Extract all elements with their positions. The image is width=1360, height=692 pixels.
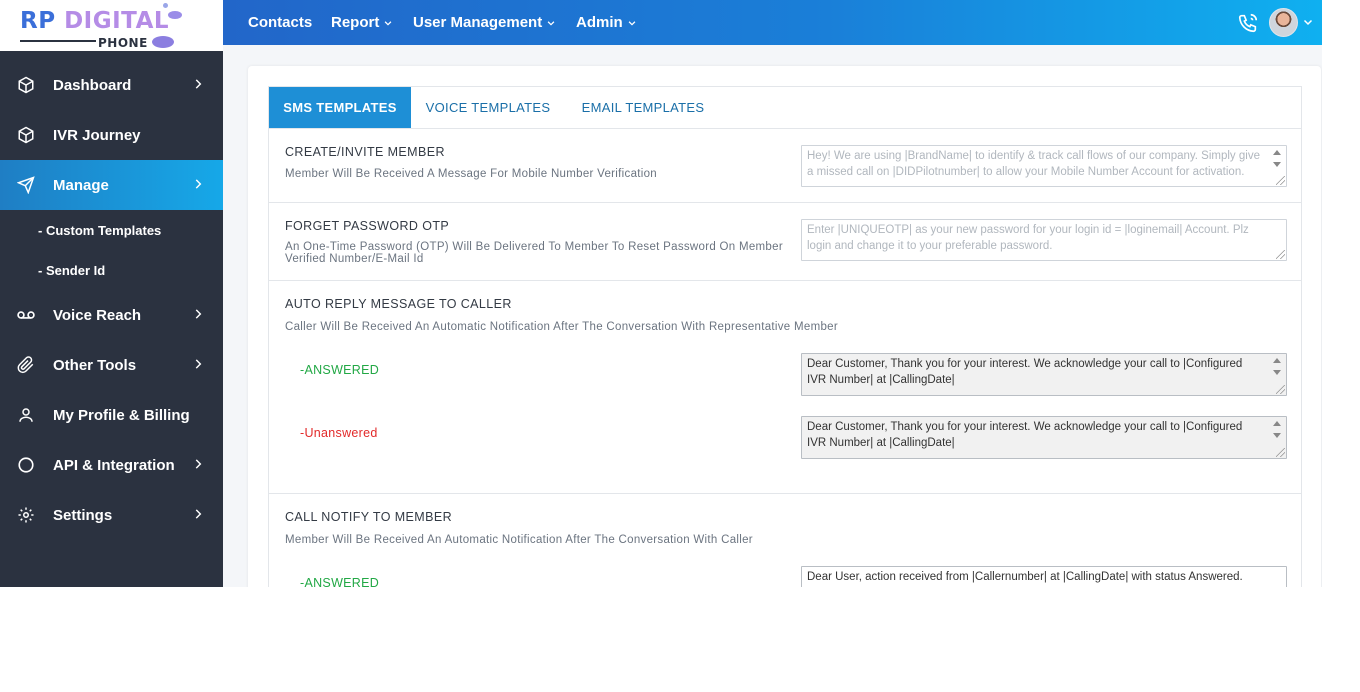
field-placeholder: Enter |UNIQUEOTP| as your new password f… [807, 224, 1249, 252]
sidebar-subitem-sender-id[interactable]: - Sender Id [38, 263, 105, 278]
chevron-down-icon [384, 20, 392, 26]
paperclip-icon [16, 355, 36, 375]
sidebar-item-label: Voice Reach [53, 306, 142, 324]
cube-icon [16, 75, 36, 95]
user-icon [16, 405, 36, 425]
sidebar-item-my-profile-billing[interactable]: My Profile & Billing [0, 390, 223, 440]
sidebar-item-label: Other Tools [53, 356, 137, 374]
section-description: An One-Time Password (OTP) Will Be Deliv… [285, 241, 783, 265]
chevron-right-icon [195, 309, 202, 319]
nav-label: User Management [413, 14, 543, 31]
resize-handle[interactable] [1276, 385, 1285, 394]
section-auto-reply-message: AUTO REPLY MESSAGE TO CALLER Caller Will… [268, 280, 1302, 494]
sidebar-item-label: My Profile & Billing [53, 406, 190, 424]
avatar[interactable] [1269, 8, 1298, 37]
chevron-down-icon [628, 20, 636, 26]
answered-label: -ANSWERED [300, 576, 380, 587]
resize-handle[interactable] [1276, 250, 1285, 259]
section-forget-password-otp: FORGET PASSWORD OTP An One-Time Password… [268, 202, 1302, 281]
voicemail-icon [16, 305, 36, 325]
logo-text: RP DIGITAL [20, 8, 170, 34]
sidebar-item-other-tools[interactable]: Other Tools [0, 340, 223, 390]
logo-dot [152, 36, 174, 48]
sidebar-item-label: IVR Journey [53, 126, 141, 144]
section-description: Caller Will Be Received An Automatic Not… [285, 321, 838, 333]
sidebar-item-manage[interactable]: Manage [0, 160, 223, 210]
nav-contacts[interactable]: Contacts [248, 0, 312, 45]
sidebar-item-label: API & Integration [53, 456, 175, 474]
cube-icon [16, 125, 36, 145]
chevron-down-icon [547, 20, 555, 26]
sidebar: RP DIGITAL PHONE Dashboard IVR Journey M… [0, 0, 223, 587]
resize-handle[interactable] [1276, 448, 1285, 457]
chevron-right-icon [195, 179, 202, 189]
call-notify-answered-field[interactable]: Dear User, action received from |Callern… [801, 566, 1287, 587]
field-placeholder: Hey! We are using |BrandName| to identif… [807, 150, 1260, 178]
logo-dot [168, 11, 182, 19]
section-call-notify-member: CALL NOTIFY TO MEMBER Member Will Be Rec… [268, 493, 1302, 587]
sidebar-item-settings[interactable]: Settings [0, 490, 223, 540]
sidebar-item-dashboard[interactable]: Dashboard [0, 60, 223, 110]
create-invite-template-field[interactable]: Hey! We are using |BrandName| to identif… [801, 145, 1287, 187]
answered-label: -ANSWERED [300, 363, 380, 377]
nav-report[interactable]: Report [331, 0, 393, 45]
unanswered-label: -Unanswered [300, 426, 378, 440]
nav-user-management[interactable]: User Management [413, 0, 556, 45]
section-description: Member Will Be Received An Automatic Not… [285, 534, 753, 546]
forget-password-template-field[interactable]: Enter |UNIQUEOTP| as your new password f… [801, 219, 1287, 261]
brand-logo[interactable]: RP DIGITAL PHONE [0, 0, 223, 51]
nav-label: Admin [576, 14, 623, 31]
auto-reply-unanswered-field[interactable]: Dear Customer, Thank you for your intere… [801, 416, 1287, 459]
tab-email-templates[interactable]: EMAIL TEMPLATES [565, 87, 721, 128]
chevron-down-icon[interactable] [1302, 16, 1314, 28]
chevron-right-icon [195, 459, 202, 469]
sidebar-item-label: Dashboard [53, 76, 132, 94]
send-icon [16, 175, 36, 195]
gear-icon [16, 505, 36, 525]
section-title: AUTO REPLY MESSAGE TO CALLER [285, 297, 512, 311]
field-value: Dear User, action received from |Callern… [807, 571, 1243, 583]
sidebar-item-label: Manage [53, 176, 109, 194]
section-create-invite-member: CREATE/INVITE MEMBER Member Will Be Rece… [268, 128, 1302, 203]
logo-phone-text: PHONE [98, 36, 148, 50]
auto-reply-answered-field[interactable]: Dear Customer, Thank you for your intere… [801, 353, 1287, 396]
chevron-right-icon [195, 509, 202, 519]
section-title: CREATE/INVITE MEMBER [285, 145, 445, 159]
section-title: CALL NOTIFY TO MEMBER [285, 510, 452, 524]
template-tabs: SMS TEMPLATES VOICE TEMPLATES EMAIL TEMP… [268, 86, 1302, 129]
nav-admin[interactable]: Admin [576, 0, 637, 45]
sidebar-item-ivr-journey[interactable]: IVR Journey [0, 110, 223, 160]
sidebar-item-voice-reach[interactable]: Voice Reach [0, 290, 223, 340]
section-description: Member Will Be Received A Message For Mo… [285, 168, 658, 180]
circle-icon [16, 455, 36, 475]
section-title: FORGET PASSWORD OTP [285, 219, 450, 233]
sidebar-subitem-custom-templates[interactable]: - Custom Templates [38, 223, 161, 238]
sidebar-item-api-integration[interactable]: API & Integration [0, 440, 223, 490]
tab-voice-templates[interactable]: VOICE TEMPLATES [411, 87, 565, 128]
logo-dot [163, 3, 168, 8]
tab-sms-templates[interactable]: SMS TEMPLATES [269, 87, 411, 128]
logo-underline [20, 40, 96, 42]
field-value: Dear Customer, Thank you for your intere… [807, 358, 1243, 386]
top-navbar: Contacts Report User Management Admin [223, 0, 1322, 45]
field-value: Dear Customer, Thank you for your intere… [807, 421, 1243, 449]
app-window: RP DIGITAL PHONE Dashboard IVR Journey M… [0, 0, 1322, 587]
phone-call-icon[interactable] [1237, 12, 1259, 34]
nav-label: Report [331, 14, 380, 31]
nav-label: Contacts [248, 14, 313, 31]
chevron-right-icon [195, 359, 202, 369]
chevron-right-icon [195, 79, 202, 89]
sidebar-item-label: Settings [53, 506, 113, 524]
resize-handle[interactable] [1276, 176, 1285, 185]
